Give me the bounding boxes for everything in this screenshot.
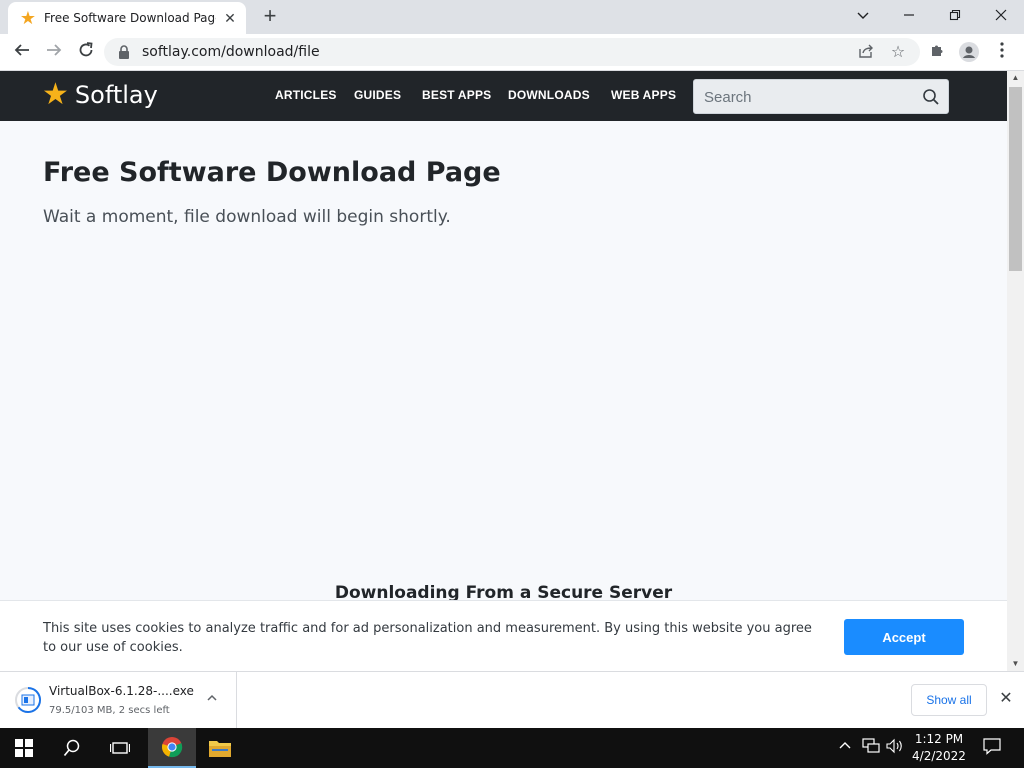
network-icon[interactable] — [862, 738, 880, 757]
accept-cookies-button[interactable]: Accept — [844, 619, 964, 655]
back-button[interactable] — [10, 40, 34, 64]
windows-taskbar: 1:12 PM 4/2/2022 — [0, 728, 1024, 768]
scroll-up-arrow-icon[interactable]: ▲ — [1007, 71, 1024, 85]
cookie-text: This site uses cookies to analyze traffi… — [43, 621, 812, 655]
nav-best-apps[interactable]: BEST APPS — [422, 88, 491, 102]
menu-kebab-icon[interactable] — [991, 42, 1013, 64]
browser-toolbar: softlay.com/download/file ☆ — [0, 34, 1024, 71]
chrome-taskbar-icon[interactable] — [148, 728, 196, 768]
download-item[interactable]: VirtualBox-6.1.28-....exe 79.5/103 MB, 2… — [0, 672, 237, 728]
taskbar-clock[interactable]: 1:12 PM 4/2/2022 — [904, 731, 974, 765]
page-scrollbar[interactable]: ▲ ▼ — [1007, 71, 1024, 671]
notification-center-icon[interactable] — [983, 737, 1001, 758]
profile-avatar-icon[interactable] — [958, 42, 980, 64]
download-bar: VirtualBox-6.1.28-....exe 79.5/103 MB, 2… — [0, 671, 1024, 728]
reload-button[interactable] — [74, 40, 98, 64]
close-download-bar-icon[interactable]: ✕ — [996, 689, 1016, 709]
bookmark-star-icon[interactable]: ☆ — [888, 43, 908, 63]
clock-time: 1:12 PM — [914, 732, 964, 746]
nav-guides[interactable]: GUIDES — [354, 88, 401, 102]
forward-button[interactable] — [42, 40, 66, 64]
address-bar[interactable]: softlay.com/download/file ☆ — [104, 38, 920, 66]
search-icon[interactable] — [922, 88, 940, 106]
site-logo[interactable]: ★ Softlay — [42, 80, 158, 110]
url-text: softlay.com/download/file — [142, 44, 320, 60]
browser-tab[interactable]: ★ Free Software Download Page - S ✕ — [8, 2, 246, 34]
chevron-up-icon[interactable] — [203, 691, 221, 709]
volume-icon[interactable] — [886, 738, 904, 757]
close-window-button[interactable] — [978, 4, 1024, 30]
nav-web-apps[interactable]: WEB APPS — [611, 88, 676, 102]
logo-star-icon: ★ — [42, 78, 69, 111]
file-explorer-icon[interactable] — [196, 728, 244, 768]
tab-search-chevron-icon[interactable] — [840, 4, 886, 30]
task-view-icon[interactable] — [96, 728, 144, 768]
clock-date: 4/2/2022 — [912, 749, 966, 763]
new-tab-button[interactable]: + — [258, 5, 282, 29]
minimize-button[interactable] — [886, 4, 932, 30]
lock-icon[interactable] — [116, 44, 132, 60]
show-hidden-icons-chevron-icon[interactable] — [838, 738, 852, 755]
download-status: 79.5/103 MB, 2 secs left — [49, 705, 170, 716]
tab-strip: ★ Free Software Download Page - S ✕ + — [0, 0, 1024, 34]
cookie-banner: This site uses cookies to analyze traffi… — [0, 600, 1007, 671]
page-subtitle: Wait a moment, file download will begin … — [43, 207, 451, 227]
taskbar-search-icon[interactable] — [48, 728, 96, 768]
scroll-down-arrow-icon[interactable]: ▼ — [1007, 657, 1024, 671]
star-favicon-icon: ★ — [19, 8, 37, 28]
search-input[interactable] — [704, 86, 914, 108]
download-file-name: VirtualBox-6.1.28-....exe — [49, 684, 194, 698]
nav-downloads[interactable]: DOWNLOADS — [508, 88, 590, 102]
scroll-thumb[interactable] — [1009, 87, 1022, 271]
page-title: Free Software Download Page — [43, 157, 501, 188]
download-progress-icon — [15, 687, 41, 713]
show-all-downloads-button[interactable]: Show all — [911, 684, 987, 716]
tab-title: Free Software Download Page - S — [44, 11, 216, 25]
share-icon[interactable] — [856, 43, 876, 63]
site-header: ★ Softlay ARTICLES GUIDES BEST APPS DOWN… — [0, 71, 1007, 121]
windows-start-icon[interactable] — [0, 728, 48, 768]
site-search — [693, 79, 949, 114]
tab-close-icon[interactable]: ✕ — [222, 10, 238, 26]
main-content: Free Software Download Page Wait a momen… — [0, 121, 1007, 671]
extensions-puzzle-icon[interactable] — [926, 42, 948, 64]
nav-articles[interactable]: ARTICLES — [275, 88, 337, 102]
logo-text: Softlay — [74, 81, 158, 109]
restore-button[interactable] — [932, 4, 978, 30]
